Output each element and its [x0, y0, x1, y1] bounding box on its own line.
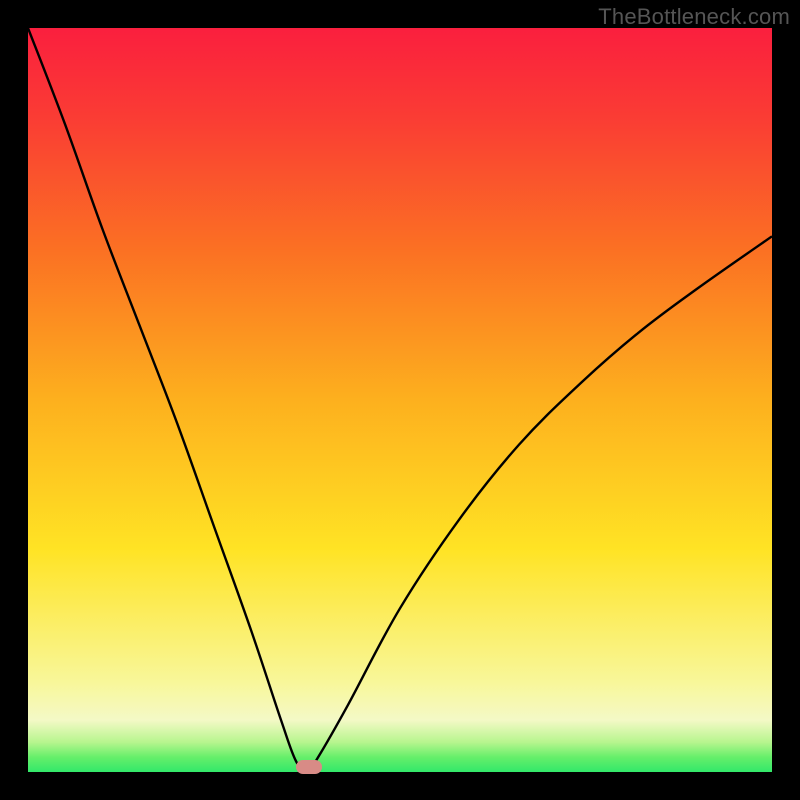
plot-area — [28, 28, 772, 772]
chart-frame: TheBottleneck.com — [0, 0, 800, 800]
optimal-marker — [296, 760, 322, 774]
watermark: TheBottleneck.com — [598, 4, 790, 30]
curve-layer — [28, 28, 772, 772]
bottleneck-curve — [28, 28, 772, 772]
